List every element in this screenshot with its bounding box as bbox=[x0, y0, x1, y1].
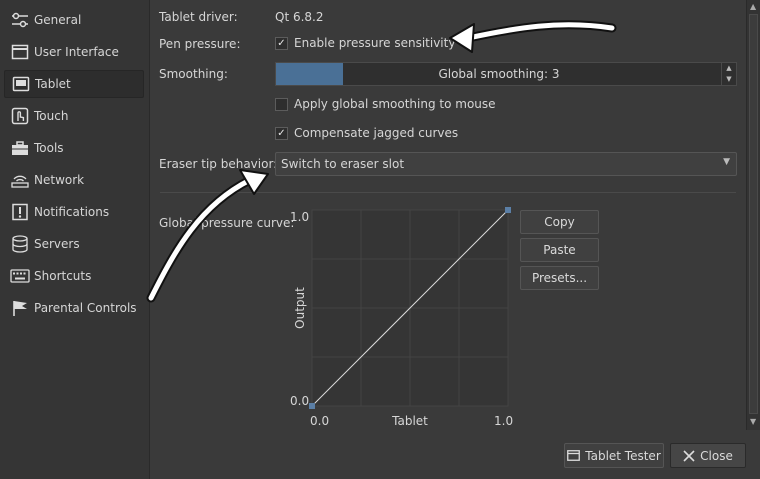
y-max-tick-label: 1.0 bbox=[290, 210, 309, 224]
sidebar-item-tablet[interactable]: Tablet bbox=[4, 70, 144, 98]
paste-button[interactable]: Paste bbox=[520, 238, 599, 262]
sidebar-item-tools[interactable]: Tools bbox=[4, 134, 144, 162]
keyboard-icon bbox=[9, 265, 31, 287]
tablet-settings-panel: Tablet driver: Qt 6.8.2 Pen pressure: ✓ … bbox=[150, 0, 746, 479]
sidebar-item-label: User Interface bbox=[34, 45, 119, 59]
tablet-tester-button[interactable]: Tablet Tester bbox=[564, 443, 664, 468]
curve-control-point[interactable] bbox=[309, 403, 315, 409]
sidebar-item-label: Touch bbox=[34, 109, 69, 123]
sidebar-item-label: Shortcuts bbox=[34, 269, 92, 283]
server-icon bbox=[9, 233, 31, 255]
sidebar-item-notifications[interactable]: Notifications bbox=[4, 198, 144, 226]
sidebar-item-label: Tools bbox=[34, 141, 64, 155]
pressure-curve-editor[interactable]: 1.0 0.0 0.0 1.0 Tablet Output bbox=[150, 0, 746, 440]
x-axis-label: Tablet bbox=[391, 414, 428, 428]
sidebar-item-label: General bbox=[34, 13, 82, 27]
sidebar-item-label: Tablet bbox=[35, 77, 71, 91]
curve-control-point[interactable] bbox=[505, 207, 511, 213]
sidebar-item-user-interface[interactable]: User Interface bbox=[4, 38, 144, 66]
sidebar-item-label: Network bbox=[34, 173, 85, 187]
presets-button[interactable]: Presets... bbox=[520, 266, 599, 290]
sidebar-item-general[interactable]: General bbox=[4, 6, 144, 34]
sidebar-item-label: Servers bbox=[34, 237, 80, 251]
scrollbar-thumb[interactable] bbox=[749, 14, 758, 414]
window-icon bbox=[9, 41, 31, 63]
y-min-tick-label: 0.0 bbox=[290, 394, 309, 408]
x-min-tick-label: 0.0 bbox=[310, 414, 329, 428]
x-max-tick-label: 1.0 bbox=[494, 414, 513, 428]
tablet-icon bbox=[10, 73, 32, 95]
sidebar-item-label: Parental Controls bbox=[34, 301, 137, 315]
scroll-down-icon[interactable]: ▼ bbox=[750, 417, 756, 426]
y-axis-label: Output bbox=[293, 287, 307, 329]
network-icon bbox=[9, 169, 31, 191]
sidebar-item-network[interactable]: Network bbox=[4, 166, 144, 194]
notification-icon bbox=[9, 201, 31, 223]
close-button[interactable]: Close bbox=[670, 443, 746, 468]
window-icon bbox=[567, 450, 581, 461]
flag-icon bbox=[9, 297, 31, 319]
sidebar-item-touch[interactable]: Touch bbox=[4, 102, 144, 130]
sidebar-item-shortcuts[interactable]: Shortcuts bbox=[4, 262, 144, 290]
sliders-icon bbox=[9, 9, 31, 31]
sidebar-item-parental-controls[interactable]: Parental Controls bbox=[4, 294, 144, 322]
sidebar-item-label: Notifications bbox=[34, 205, 110, 219]
close-icon bbox=[683, 449, 695, 462]
tablet-tester-label: Tablet Tester bbox=[585, 448, 661, 463]
touch-icon bbox=[9, 105, 31, 127]
close-label: Close bbox=[700, 448, 733, 463]
vertical-scrollbar[interactable]: ▲ ▼ bbox=[746, 0, 760, 430]
toolbox-icon bbox=[9, 137, 31, 159]
copy-button[interactable]: Copy bbox=[520, 210, 599, 234]
settings-sidebar: General User Interface Tablet Touch Tool… bbox=[0, 0, 150, 479]
sidebar-item-servers[interactable]: Servers bbox=[4, 230, 144, 258]
scroll-up-icon[interactable]: ▲ bbox=[750, 2, 756, 11]
